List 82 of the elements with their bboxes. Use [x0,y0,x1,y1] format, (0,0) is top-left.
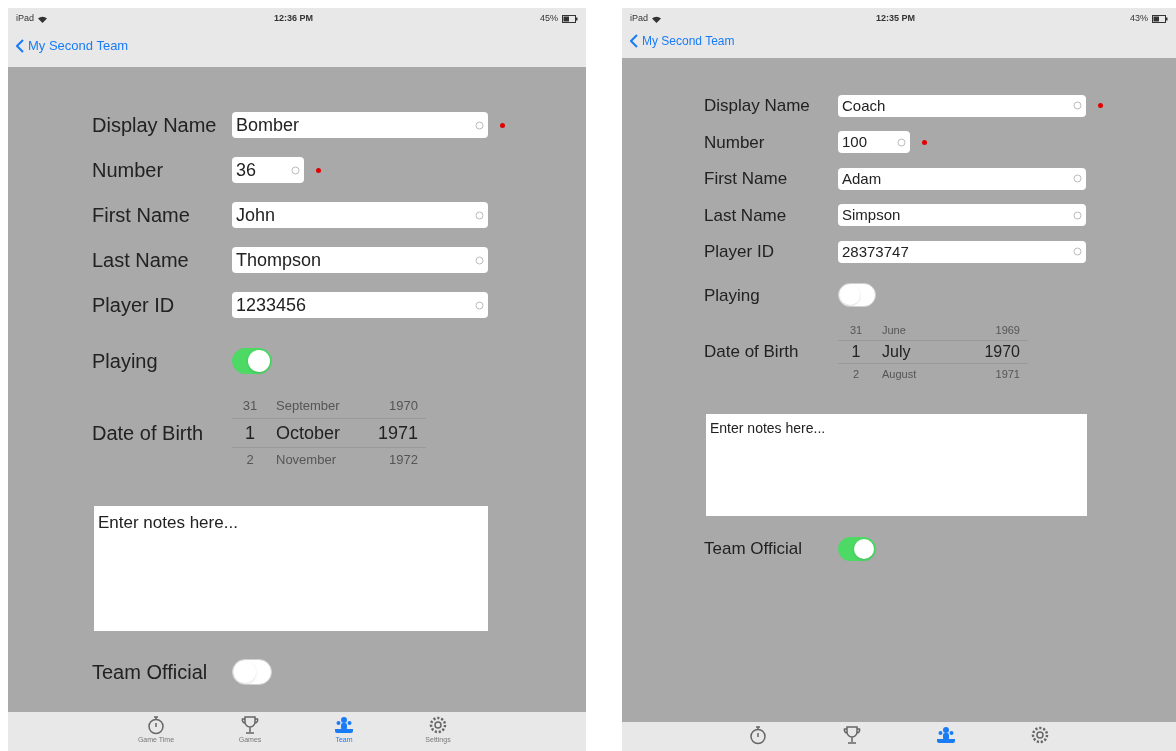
picker-day: 2 [838,365,874,383]
field-label: Playing [704,284,761,307]
picker-month: June [881,322,907,338]
settings-icon [1030,725,1050,745]
field-label: Team Official [92,660,209,685]
wifi-icon [38,15,47,23]
clear-icon [475,255,484,265]
notes-field[interactable]: Enter notes here... [706,414,1087,516]
field-label: Number [704,131,766,154]
clear-icon [475,210,484,220]
settings-icon [428,715,448,735]
stopwatch-icon [748,725,768,745]
picker-year: 1969 [994,322,1021,338]
date-picker[interactable]: 31 September 1970 1 October 1971 2 November 1972 [232,394,426,472]
trophy-icon [842,725,862,745]
clear-icon [897,137,906,147]
field-label: Player ID [704,241,775,263]
status-time: 12:35 PM [876,12,915,26]
toggle-switch[interactable] [838,536,876,561]
picker-month: August [881,366,918,382]
clear-icon [475,120,484,130]
picker-year: 1971 [376,421,419,445]
text-field[interactable]: John [232,202,488,228]
notes-field[interactable]: Enter notes here... [94,506,488,631]
picker-day: 31 [838,321,874,339]
text-field[interactable]: Thompson [232,247,488,273]
text-field[interactable]: 100 [838,131,910,154]
battery-percentage: 43% [1130,12,1148,26]
field-label: Display Name [704,95,811,117]
picker-year: 1970 [388,397,419,416]
field-label: Last Name [92,248,190,273]
picker-day: 2 [232,450,268,470]
field-label: Team Official [704,538,803,560]
field-label: First Name [92,203,191,228]
battery-icon [562,15,578,23]
status-time: 12:36 PM [274,12,313,26]
picker-year: 1972 [388,451,419,470]
clear-icon [1073,174,1082,184]
field-label: Player ID [92,293,176,318]
date-picker[interactable]: 31 June 1969 1 July 1970 2 August 1971 [838,320,1028,384]
stopwatch-icon [146,715,166,735]
text-field[interactable]: Simpson [838,204,1086,227]
toggle-switch[interactable] [838,283,876,308]
field-label: Date of Birth [704,341,800,364]
picker-month: September [275,397,341,416]
field-label: Display Name [92,113,218,138]
wifi-icon [652,15,661,23]
clear-icon [1073,210,1082,220]
chevron-left-icon [630,34,638,48]
field-label: Date of Birth [92,421,205,446]
text-field[interactable]: Coach [838,94,1086,117]
carrier-label: iPad [630,12,648,26]
text-field[interactable]: Bomber [232,112,488,138]
picker-year: 1970 [983,342,1021,362]
picker-month: November [275,451,337,470]
field-label: Playing [92,349,159,374]
trophy-icon [240,715,260,735]
text-field[interactable]: 36 [232,157,304,183]
picker-month: October [275,421,342,445]
text-field[interactable]: 1233456 [232,292,488,318]
battery-percentage: 45% [540,12,558,26]
field-label: First Name [704,168,789,190]
picker-day: 1 [838,340,874,364]
battery-icon [1152,15,1168,23]
clear-icon [291,165,300,175]
picker-month: July [881,342,912,362]
toggle-switch[interactable] [232,659,272,685]
chevron-left-icon [16,38,24,53]
field-label: Number [92,158,165,183]
field-label: Last Name [704,204,788,227]
picker-day: 1 [232,419,268,447]
text-field[interactable]: Adam [838,167,1086,190]
clear-icon [475,300,484,310]
picker-day: 31 [232,396,268,416]
picker-year: 1971 [994,366,1021,382]
carrier-label: iPad [16,12,34,26]
clear-icon [1073,247,1082,257]
clear-icon [1073,101,1082,111]
toggle-switch[interactable] [232,348,272,374]
team-icon [334,715,354,735]
text-field[interactable]: 28373747 [838,240,1086,263]
team-icon [936,725,956,745]
